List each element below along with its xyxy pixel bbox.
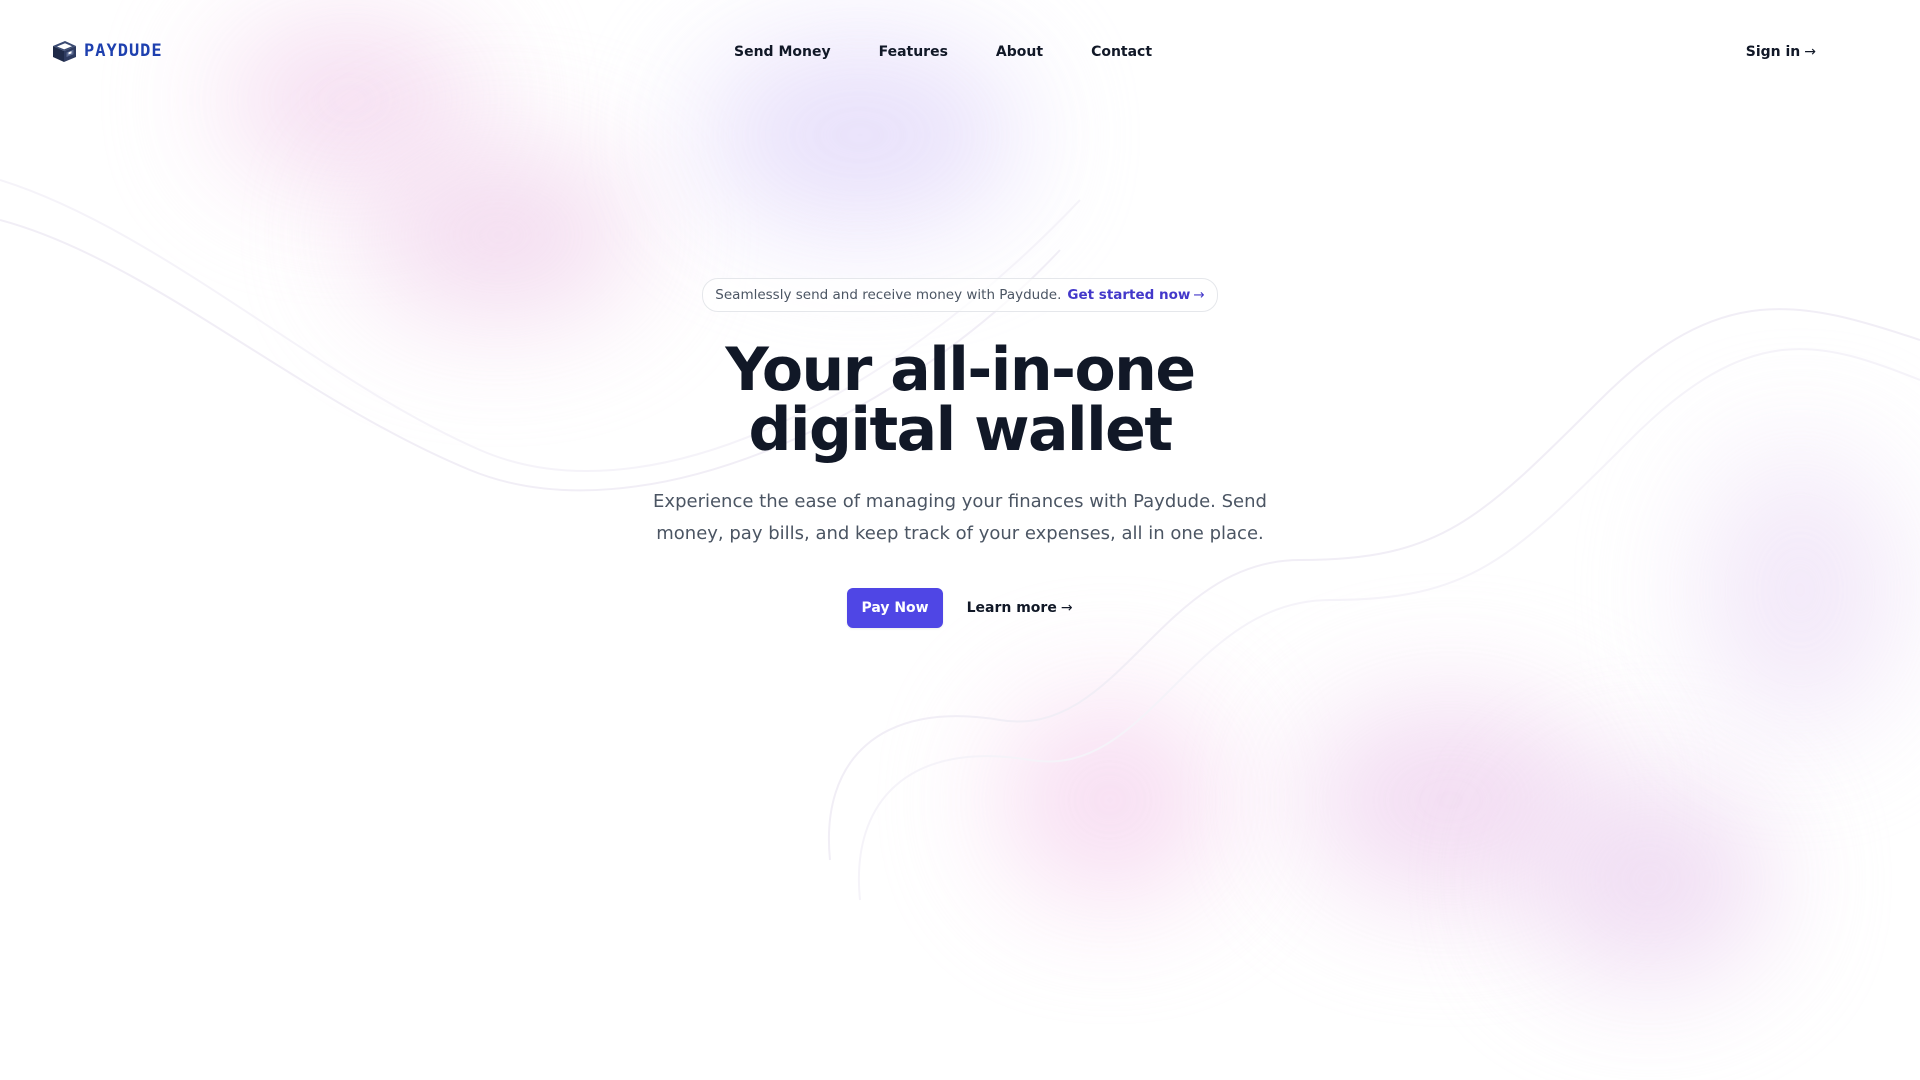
hero-subtitle: Experience the ease of managing your fin…: [653, 491, 1267, 544]
nav-item-about[interactable]: About: [996, 42, 1043, 62]
bg-gradient-blob: [1300, 700, 1600, 900]
sign-in-label: Sign in: [1745, 44, 1801, 60]
cta-row: Pay Now Learn more →: [847, 588, 1073, 628]
brand-logo[interactable]: PAYDUDE: [50, 37, 163, 65]
landing-page: PAYDUDE Send Money Features About Contac…: [0, 0, 1920, 1080]
hero-headline: Your all-in-one digital wallet: [725, 335, 1196, 465]
bg-gradient-blob: [1530, 780, 1770, 980]
announcement-text: Seamlessly send and receive money with P…: [715, 287, 1062, 303]
pay-now-button[interactable]: Pay Now: [847, 588, 943, 628]
learn-more-link[interactable]: Learn more →: [967, 600, 1073, 616]
sign-in-link[interactable]: Sign in →: [1746, 42, 1816, 62]
learn-more-label: Learn more: [966, 600, 1057, 616]
nav-item-contact[interactable]: Contact: [1091, 42, 1152, 62]
arrow-right-icon: →: [1804, 44, 1816, 60]
arrow-right-icon: →: [1060, 600, 1073, 616]
nav-item-send-money[interactable]: Send Money: [734, 42, 831, 62]
announcement-pill: Seamlessly send and receive money with P…: [702, 278, 1218, 312]
brand-name: PAYDUDE: [84, 41, 163, 61]
arrow-right-icon: →: [1193, 287, 1205, 303]
hero-section: Seamlessly send and receive money with P…: [0, 278, 1920, 628]
wallet-cube-icon: [53, 41, 76, 62]
main-nav: Send Money Features About Contact: [734, 42, 1152, 62]
nav-item-features[interactable]: Features: [879, 42, 948, 62]
bg-gradient-blob: [1000, 700, 1220, 900]
get-started-link[interactable]: Get started now →: [1067, 285, 1204, 305]
get-started-label: Get started now: [1067, 287, 1191, 303]
site-header: PAYDUDE Send Money Features About Contac…: [0, 0, 1920, 104]
